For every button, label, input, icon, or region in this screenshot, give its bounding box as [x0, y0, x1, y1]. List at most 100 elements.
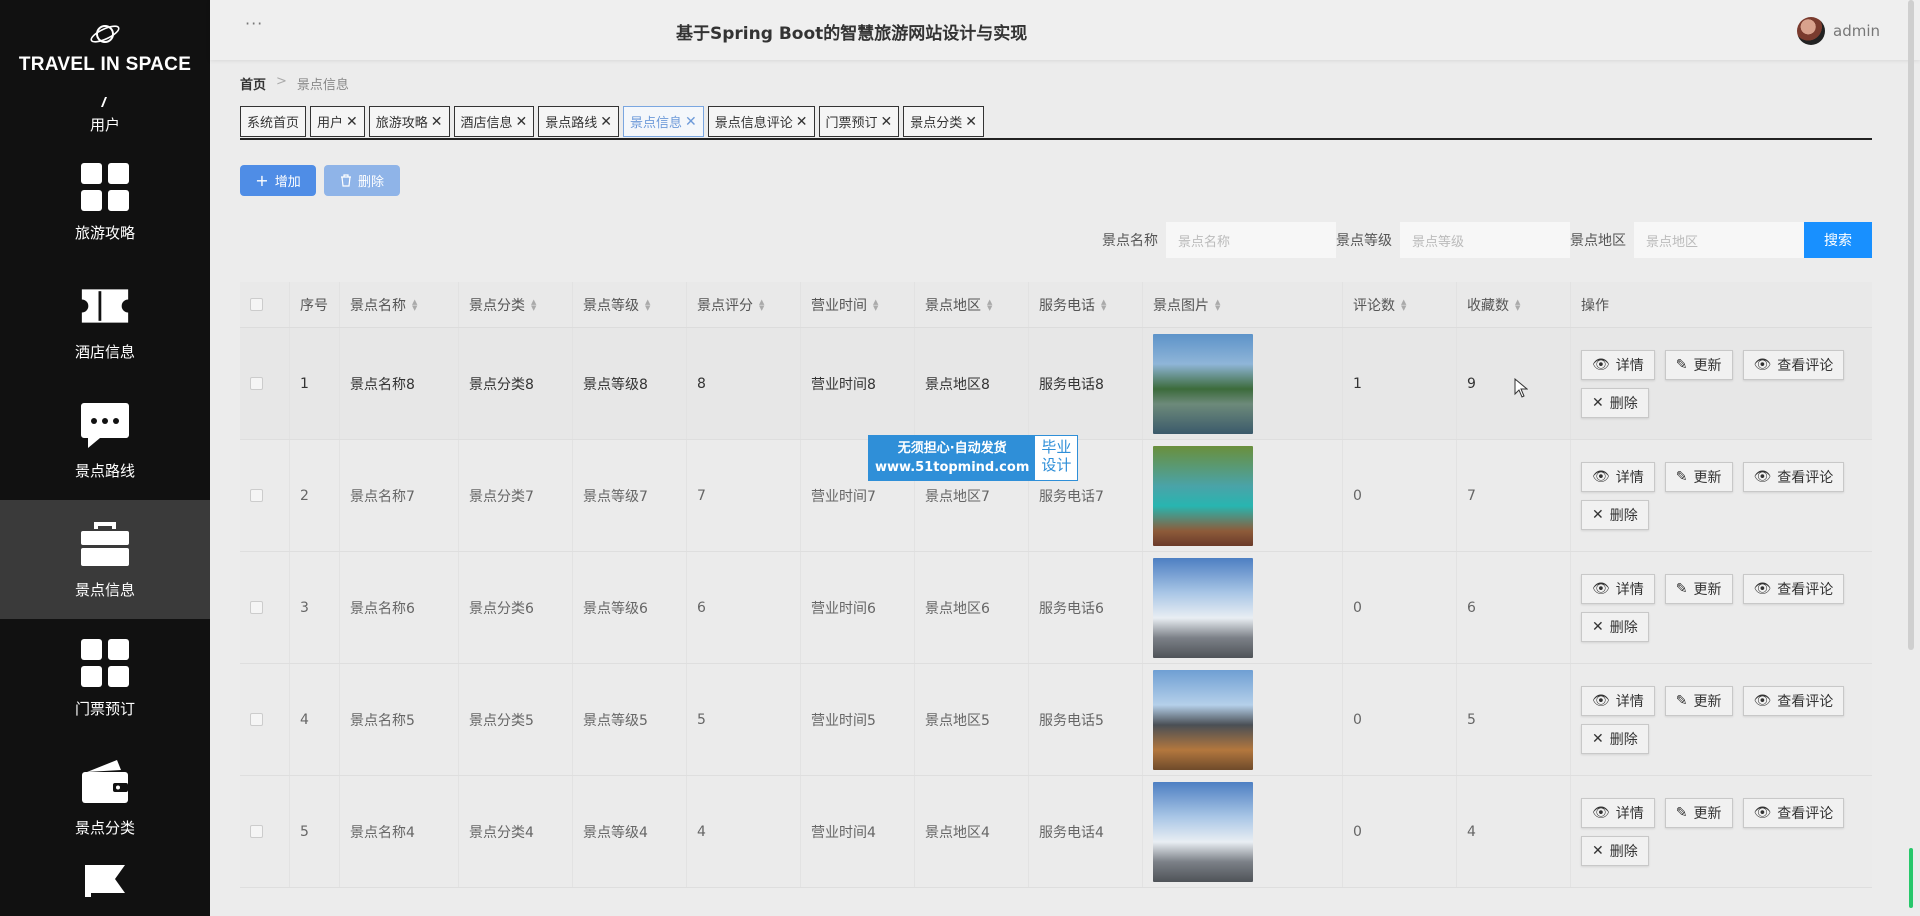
- sidebar-item-more[interactable]: [0, 857, 210, 897]
- attraction-image[interactable]: [1153, 333, 1253, 434]
- tab-route[interactable]: 景点路线 ✕: [538, 106, 620, 137]
- update-button[interactable]: ✎ 更新: [1664, 461, 1733, 492]
- row-checkbox[interactable]: [250, 713, 263, 726]
- close-icon[interactable]: ✕: [431, 114, 443, 130]
- column-header[interactable]: 收藏数 ▲ ▼: [1457, 282, 1571, 327]
- tab-ticket[interactable]: 门票预订 ✕: [818, 106, 900, 137]
- table-row: 3 景点名称6 景点分类6 景点等级6 6 营业时间6 景点地区6 服务电话6 …: [240, 552, 1872, 664]
- sort-icon[interactable]: ▲ ▼: [987, 298, 992, 311]
- add-button[interactable]: + 增加: [240, 165, 316, 196]
- column-header[interactable]: 景点图片 ▲ ▼: [1143, 282, 1343, 327]
- column-header[interactable]: 景点等级 ▲ ▼: [573, 282, 687, 327]
- sort-icon[interactable]: ▲ ▼: [531, 298, 536, 311]
- sidebar-item-travel-guide[interactable]: 旅游攻略: [0, 143, 210, 262]
- view-comments-button[interactable]: 👁 查看评论: [1742, 461, 1845, 492]
- close-icon[interactable]: ✕: [600, 114, 612, 130]
- sidebar-item-route[interactable]: 景点路线: [0, 381, 210, 500]
- attraction-image[interactable]: [1153, 669, 1253, 770]
- select-all-checkbox[interactable]: [250, 298, 263, 311]
- delete-row-button[interactable]: ✕ 删除: [1581, 611, 1649, 642]
- tab-category[interactable]: 景点分类 ✕: [903, 106, 985, 137]
- column-header[interactable]: 景点分类 ▲ ▼: [459, 282, 573, 327]
- sidebar-item-hotel[interactable]: 酒店信息: [0, 262, 210, 381]
- grid-icon: [80, 162, 130, 212]
- attraction-image[interactable]: [1153, 445, 1253, 546]
- user-icon: [80, 94, 130, 110]
- comment-count: 0: [1343, 440, 1457, 551]
- detail-button[interactable]: 👁 详情: [1581, 461, 1655, 492]
- row-checkbox[interactable]: [250, 489, 263, 502]
- sort-icon[interactable]: ▲ ▼: [759, 298, 764, 311]
- sort-icon[interactable]: ▲ ▼: [1215, 298, 1220, 311]
- sidebar: TRAVEL IN SPACE 用户 旅游攻略 酒店信息 景点路线 景点信息 门…: [0, 0, 210, 916]
- column-header[interactable]: 服务电话 ▲ ▼: [1029, 282, 1143, 327]
- sidebar-item-ticket[interactable]: 门票预订: [0, 619, 210, 738]
- chat-icon: [80, 400, 130, 450]
- attraction-image-cell: [1143, 776, 1343, 887]
- tab-travel-guide[interactable]: 旅游攻略 ✕: [368, 106, 450, 137]
- search-name-input[interactable]: 景点名称: [1166, 222, 1336, 258]
- tab-user[interactable]: 用户 ✕: [310, 106, 365, 137]
- update-button[interactable]: ✎ 更新: [1664, 685, 1733, 716]
- sort-icon[interactable]: ▲ ▼: [1515, 298, 1520, 311]
- sidebar-item-user[interactable]: 用户: [0, 88, 210, 143]
- close-icon[interactable]: ✕: [796, 114, 808, 130]
- sort-icon[interactable]: ▲ ▼: [412, 298, 417, 311]
- sort-icon[interactable]: ▲ ▼: [1401, 298, 1406, 311]
- user-menu[interactable]: admin: [1797, 17, 1880, 45]
- tab-label: 酒店信息: [460, 116, 513, 131]
- sidebar-item-category[interactable]: 景点分类: [0, 738, 210, 857]
- tab-attraction-comments[interactable]: 景点信息评论 ✕: [707, 106, 815, 137]
- close-icon[interactable]: ✕: [685, 114, 697, 130]
- watermark-badge2: 设计: [1041, 456, 1072, 474]
- update-button[interactable]: ✎ 更新: [1664, 349, 1733, 380]
- delete-row-button[interactable]: ✕ 删除: [1581, 835, 1649, 866]
- menu-toggle-icon[interactable]: ···: [245, 14, 263, 33]
- search-region-input[interactable]: 景点地区: [1634, 222, 1804, 258]
- search-level-input[interactable]: 景点等级: [1400, 222, 1570, 258]
- batch-delete-button[interactable]: 删除: [324, 165, 400, 196]
- detail-button[interactable]: 👁 详情: [1581, 573, 1655, 604]
- column-header[interactable]: 景点名称 ▲ ▼: [340, 282, 459, 327]
- update-button[interactable]: ✎ 更新: [1664, 797, 1733, 828]
- search-button[interactable]: 搜索: [1804, 222, 1872, 258]
- close-icon[interactable]: ✕: [881, 114, 893, 130]
- tab-attraction-info[interactable]: 景点信息 ✕: [623, 106, 704, 137]
- detail-button[interactable]: 👁 详情: [1581, 685, 1655, 716]
- detail-button[interactable]: 👁 详情: [1581, 349, 1655, 380]
- row-checkbox[interactable]: [250, 601, 263, 614]
- view-comments-button[interactable]: 👁 查看评论: [1742, 349, 1845, 380]
- tab-hotel[interactable]: 酒店信息 ✕: [453, 106, 535, 137]
- sort-icon[interactable]: ▲ ▼: [1101, 298, 1106, 311]
- column-header[interactable]: 评论数 ▲ ▼: [1343, 282, 1457, 327]
- column-header[interactable]: 景点地区 ▲ ▼: [915, 282, 1029, 327]
- row-select-cell: [240, 552, 290, 663]
- column-header[interactable]: 营业时间 ▲ ▼: [801, 282, 915, 327]
- column-header[interactable]: 景点评分 ▲ ▼: [687, 282, 801, 327]
- delete-row-button[interactable]: ✕ 删除: [1581, 723, 1649, 754]
- attraction-name: 景点名称7: [340, 440, 459, 551]
- close-icon[interactable]: ✕: [346, 114, 358, 130]
- row-checkbox[interactable]: [250, 377, 263, 390]
- update-button[interactable]: ✎ 更新: [1664, 573, 1733, 604]
- delete-row-button[interactable]: ✕ 删除: [1581, 499, 1649, 530]
- update-label: 更新: [1693, 581, 1722, 598]
- view-comments-button[interactable]: 👁 查看评论: [1742, 573, 1845, 604]
- scrollbar-thumb[interactable]: [1908, 0, 1914, 650]
- close-icon[interactable]: ✕: [965, 114, 977, 130]
- delete-row-button[interactable]: ✕ 删除: [1581, 387, 1649, 418]
- breadcrumb-home[interactable]: 首页: [240, 74, 266, 93]
- attraction-image[interactable]: [1153, 557, 1253, 658]
- vertical-scrollbar[interactable]: [1906, 0, 1916, 916]
- close-icon[interactable]: ✕: [516, 114, 528, 130]
- view-comments-button[interactable]: 👁 查看评论: [1742, 797, 1845, 828]
- tab-home[interactable]: 系统首页: [240, 106, 307, 137]
- detail-button[interactable]: 👁 详情: [1581, 797, 1655, 828]
- view-comments-button[interactable]: 👁 查看评论: [1742, 685, 1845, 716]
- update-label: 更新: [1693, 469, 1722, 486]
- sort-icon[interactable]: ▲ ▼: [645, 298, 650, 311]
- sidebar-item-attraction-info[interactable]: 景点信息: [0, 500, 210, 619]
- sort-icon[interactable]: ▲ ▼: [873, 298, 878, 311]
- attraction-image[interactable]: [1153, 781, 1253, 882]
- row-checkbox[interactable]: [250, 825, 263, 838]
